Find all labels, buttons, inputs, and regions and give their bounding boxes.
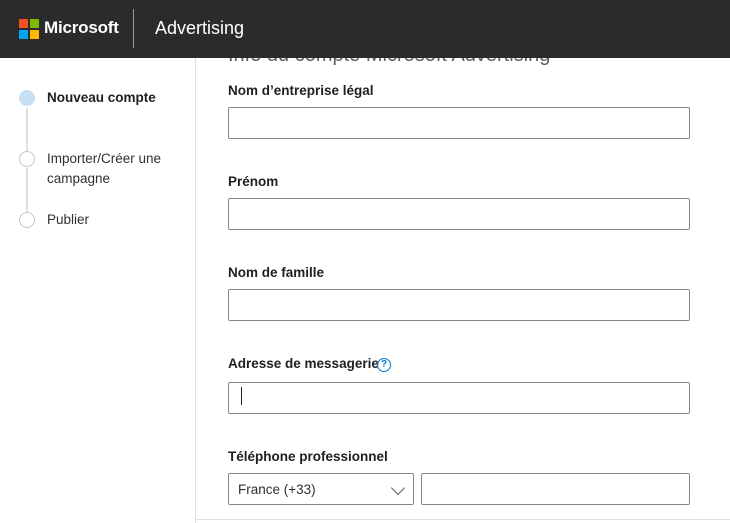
step-indicator-active bbox=[19, 90, 35, 106]
logo-blue-square bbox=[19, 30, 28, 39]
last-name-input[interactable] bbox=[228, 289, 690, 321]
top-navigation-bar: Microsoft Advertising bbox=[0, 0, 730, 58]
text-cursor bbox=[241, 387, 242, 405]
first-name-label: Prénom bbox=[228, 174, 279, 189]
microsoft-logo-icon bbox=[19, 19, 39, 39]
signup-steps-sidebar: Nouveau compte Importer/Créer une campag… bbox=[0, 58, 196, 523]
last-name-label: Nom de famille bbox=[228, 265, 325, 280]
step-label-import-campaign: Importer/Créer une campagne bbox=[47, 151, 162, 186]
email-input[interactable] bbox=[228, 382, 690, 414]
header-divider bbox=[133, 9, 134, 48]
question-circle-icon[interactable]: ? bbox=[377, 358, 391, 372]
chevron-down-icon bbox=[390, 480, 406, 496]
logo-green-square bbox=[30, 19, 39, 28]
step-label-new-account: Nouveau compte bbox=[47, 90, 156, 105]
step-connector bbox=[26, 168, 28, 212]
country-code-value: France (+33) bbox=[238, 482, 316, 497]
logo-yellow-square bbox=[30, 30, 39, 39]
step-connector bbox=[26, 108, 28, 156]
phone-number-input[interactable] bbox=[421, 473, 690, 505]
step-indicator bbox=[19, 212, 35, 228]
country-code-select[interactable]: France (+33) bbox=[228, 473, 414, 505]
first-name-input[interactable] bbox=[228, 198, 690, 230]
step-label-publish: Publier bbox=[47, 212, 90, 227]
account-form: Info du compte Microsoft Advertising Nom… bbox=[196, 58, 730, 523]
brand-name: Microsoft bbox=[44, 18, 119, 37]
product-name: Advertising bbox=[155, 18, 245, 38]
email-label: Adresse de messagerie bbox=[228, 356, 379, 371]
company-name-label: Nom d’entreprise légal bbox=[228, 83, 374, 98]
logo-red-square bbox=[19, 19, 28, 28]
company-name-input[interactable] bbox=[228, 107, 690, 139]
step-indicator bbox=[19, 151, 35, 167]
form-bottom-divider bbox=[196, 519, 730, 520]
section-title: Info du compte Microsoft Advertising bbox=[228, 58, 550, 67]
business-phone-label: Téléphone professionnel bbox=[228, 449, 388, 464]
